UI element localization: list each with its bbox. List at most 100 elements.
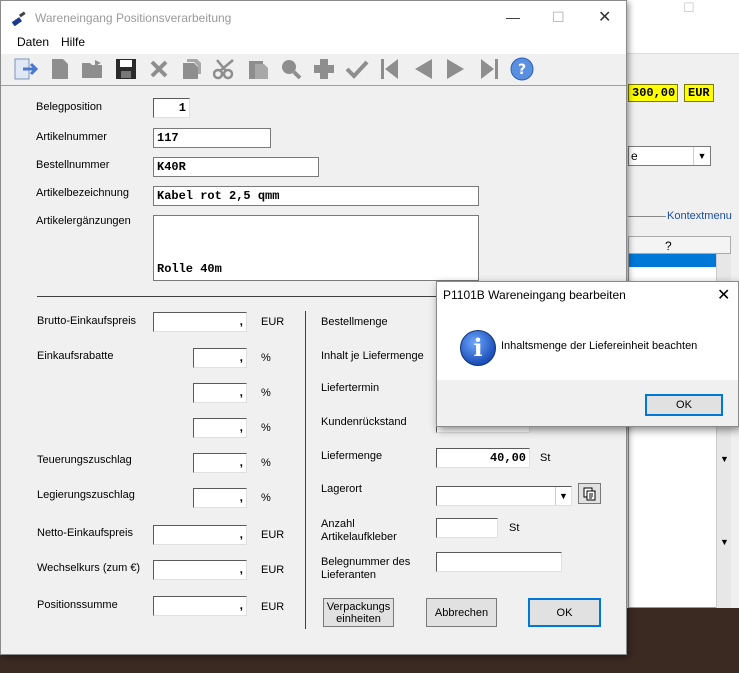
help-icon[interactable]: ? (509, 56, 535, 82)
copy-icon[interactable] (179, 56, 205, 82)
artikelnummer-field[interactable]: 117 (153, 128, 271, 148)
menu-hilfe[interactable]: Hilfe (61, 35, 85, 49)
copy-icon (583, 487, 595, 500)
title-bar: Wareneingang Positionsverarbeitung — ☐ ✕ (1, 1, 626, 35)
verpackungseinheiten-button[interactable]: Verpackungs einheiten (323, 598, 394, 627)
dialog-ok-button[interactable]: OK (645, 394, 723, 416)
close-icon[interactable]: ✕ (717, 285, 730, 305)
lagerort-lookup-button[interactable] (578, 483, 601, 504)
decimal-comma: , (239, 562, 243, 576)
minimize-icon[interactable]: — (506, 9, 520, 25)
anzahl-field[interactable] (436, 518, 498, 538)
rabatt-1-field[interactable]: , (193, 348, 247, 368)
rabatt-3-field[interactable]: , (193, 418, 247, 438)
unit-percent: % (261, 422, 271, 434)
unit-eur: EUR (261, 316, 285, 328)
first-record-icon[interactable] (377, 56, 403, 82)
belegposition-label: Belegposition (36, 101, 103, 113)
message-dialog: P1101B Wareneingang bearbeiten ✕ i Inhal… (436, 281, 739, 427)
ok-button[interactable]: OK (528, 598, 601, 627)
background-currency-field: EUR (684, 84, 714, 102)
cut-icon[interactable] (212, 56, 238, 82)
decimal-comma: , (239, 385, 243, 399)
rabatt-2-field[interactable]: , (193, 383, 247, 403)
column-divider (305, 311, 306, 629)
brutto-field[interactable]: , (153, 312, 247, 332)
unit-percent: % (261, 387, 271, 399)
belegnummer-label-line2: Lieferanten (321, 569, 377, 581)
exit-icon[interactable] (13, 56, 39, 82)
brutto-label: Brutto-Einkaufspreis (37, 315, 137, 327)
artikelergaenzungen-label: Artikelergänzungen (36, 215, 131, 227)
belegnummer-field[interactable] (436, 552, 562, 572)
positionssumme-field[interactable]: , (153, 596, 247, 616)
menu-bar: Daten Hilfe (1, 35, 626, 54)
new-document-icon[interactable] (47, 56, 73, 82)
decimal-comma: , (239, 314, 243, 328)
anzahl-label-line1: Anzahl (321, 518, 355, 530)
last-record-icon[interactable] (476, 56, 502, 82)
positionssumme-label: Positionssumme (37, 599, 118, 611)
svg-text:?: ? (518, 62, 526, 78)
decimal-comma: , (239, 490, 243, 504)
scroll-down-icon[interactable]: ▼ (720, 537, 729, 547)
bestellmenge-label: Bestellmenge (321, 316, 388, 328)
unit-eur: EUR (261, 529, 285, 541)
next-record-icon[interactable] (443, 56, 469, 82)
decimal-comma: , (239, 598, 243, 612)
decimal-comma: , (239, 455, 243, 469)
chevron-down-icon: ▼ (555, 487, 571, 505)
dialog-title: P1101B Wareneingang bearbeiten (443, 288, 626, 302)
bestellnummer-field[interactable]: K40R (153, 157, 319, 177)
plus-icon[interactable] (311, 56, 337, 82)
background-select[interactable]: e ▼ (628, 146, 711, 166)
lagerort-label: Lagerort (321, 483, 362, 495)
verpackungseinheiten-line1: Verpackungs (326, 600, 391, 613)
teuerung-field[interactable]: , (193, 453, 247, 473)
unit-percent: % (261, 352, 271, 364)
liefermenge-field[interactable]: 40,00 (436, 448, 530, 468)
menu-daten[interactable]: Daten (17, 35, 49, 49)
toolbar: ? (11, 54, 541, 84)
belegposition-field[interactable]: 1 (153, 98, 190, 118)
liefermenge-label: Liefermenge (321, 450, 383, 462)
scroll-down-icon[interactable]: ▼ (720, 454, 729, 464)
wechselkurs-label: Wechselkurs (zum €) (37, 562, 141, 574)
previous-record-icon[interactable] (410, 56, 436, 82)
open-folder-icon[interactable] (80, 56, 106, 82)
paste-icon[interactable] (245, 56, 271, 82)
legierung-field[interactable]: , (193, 488, 247, 508)
abbrechen-button[interactable]: Abbrechen (426, 598, 497, 627)
background-list-header[interactable]: ? (628, 236, 731, 254)
artikelnummer-label: Artikelnummer (36, 131, 107, 143)
unit-percent: % (261, 457, 271, 469)
confirm-icon[interactable] (344, 56, 370, 82)
netto-label: Netto-Einkaufspreis (37, 527, 133, 539)
app-icon (11, 11, 26, 26)
unit-eur: EUR (261, 564, 285, 576)
search-icon[interactable] (278, 56, 304, 82)
netto-field[interactable]: , (153, 525, 247, 545)
background-list-selected-row[interactable] (629, 254, 717, 267)
unit-st: St (540, 452, 551, 464)
save-icon[interactable] (113, 56, 139, 82)
artikelbezeichnung-label: Artikelbezeichnung (36, 187, 129, 199)
wechselkurs-field[interactable]: , (153, 560, 247, 580)
belegnummer-label: Belegnummer des Lieferanten (321, 556, 410, 582)
window-title: Wareneingang Positionsverarbeitung (35, 11, 232, 25)
maximize-icon[interactable]: ☐ (552, 9, 565, 26)
unit-percent: % (261, 492, 271, 504)
legierung-label: Legierungszuschlag (37, 489, 135, 501)
background-price-field: 300,00 (628, 84, 678, 102)
anzahl-label: Anzahl Artikelaufkleber (321, 518, 397, 544)
artikelergaenzungen-textarea[interactable]: Rolle 40m (153, 215, 479, 281)
info-icon: i (460, 330, 496, 366)
background-list-header-label: ? (665, 239, 672, 253)
close-icon[interactable]: ✕ (598, 7, 611, 27)
delete-icon[interactable] (146, 56, 172, 82)
toolbar-divider (1, 85, 626, 86)
belegnummer-label-line1: Belegnummer des (321, 556, 411, 568)
artikelbezeichnung-field[interactable]: Kabel rot 2,5 qmm (153, 186, 479, 206)
lagerort-select[interactable]: ▼ (436, 486, 572, 506)
context-menu-link[interactable]: Kontextmenu (667, 210, 732, 222)
